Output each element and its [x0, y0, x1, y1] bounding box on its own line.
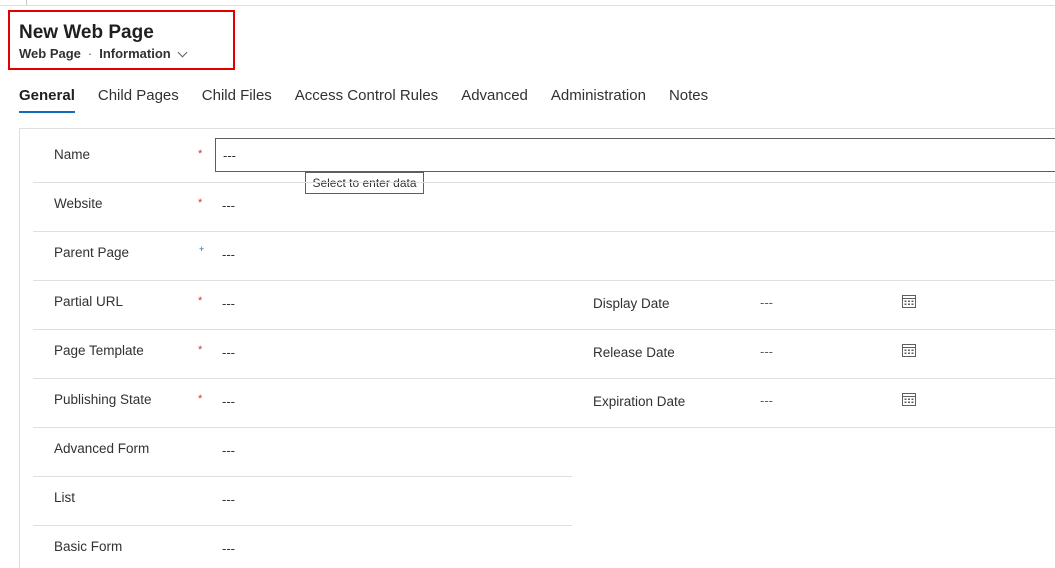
partial-url-label: Partial URL [54, 294, 124, 309]
expiration-date-label: Expiration Date [593, 394, 686, 409]
tooltip: Select to enter data [305, 172, 424, 194]
row-divider [33, 231, 1055, 232]
display-date-label: Display Date [593, 296, 670, 311]
top-command-strip [0, 0, 1055, 6]
general-section [19, 128, 1055, 568]
subtitle-separator: · [87, 46, 93, 61]
required-indicator: * [198, 344, 203, 356]
tab-advanced[interactable]: Advanced [461, 86, 528, 114]
publishing-state-label: Publishing State [54, 392, 152, 407]
row-divider [33, 182, 1055, 183]
recommended-indicator: + [199, 244, 205, 254]
name-input[interactable]: --- [215, 138, 1055, 172]
release-date-field[interactable]: --- [760, 344, 773, 360]
expiration-date-field[interactable]: --- [760, 393, 773, 409]
page-title: New Web Page [19, 22, 154, 43]
advanced-form-field[interactable]: --- [222, 443, 235, 459]
strip-divider [26, 0, 27, 5]
required-indicator: * [198, 295, 203, 307]
row-divider [33, 525, 572, 526]
form-tabs: General Child Pages Child Files Access C… [19, 86, 731, 114]
name-value: --- [223, 148, 236, 163]
display-date-field[interactable]: --- [760, 295, 773, 311]
parent-page-label: Parent Page [54, 245, 130, 260]
required-indicator: * [198, 393, 203, 405]
list-label: List [54, 490, 76, 505]
entity-name: Web Page [19, 46, 81, 61]
header-subtitle: Web Page · Information [19, 46, 188, 62]
page-template-label: Page Template [54, 343, 144, 358]
publishing-state-field[interactable]: --- [222, 394, 235, 410]
tab-access-control-rules[interactable]: Access Control Rules [295, 86, 438, 114]
parent-page-field[interactable]: --- [222, 247, 235, 263]
required-indicator: * [198, 197, 203, 209]
list-field[interactable]: --- [222, 492, 235, 508]
tab-administration[interactable]: Administration [551, 86, 646, 114]
chevron-down-icon [177, 47, 188, 57]
page-template-field[interactable]: --- [222, 345, 235, 361]
calendar-icon[interactable] [901, 293, 917, 309]
tab-child-files[interactable]: Child Files [202, 86, 272, 114]
row-divider [33, 476, 572, 477]
advanced-form-label: Advanced Form [54, 441, 150, 456]
row-divider [33, 280, 1055, 281]
website-field[interactable]: --- [222, 198, 235, 214]
release-date-label: Release Date [593, 345, 675, 360]
required-indicator: * [198, 148, 203, 160]
tab-general[interactable]: General [19, 86, 75, 114]
row-divider [33, 378, 1055, 379]
website-label: Website [54, 196, 103, 211]
row-divider [33, 427, 1055, 428]
tab-notes[interactable]: Notes [669, 86, 708, 114]
form-selector[interactable]: Information [99, 46, 188, 62]
calendar-icon[interactable] [901, 391, 917, 407]
basic-form-label: Basic Form [54, 539, 123, 554]
tab-child-pages[interactable]: Child Pages [98, 86, 179, 114]
form-name: Information [99, 46, 171, 61]
calendar-icon[interactable] [901, 342, 917, 358]
partial-url-field[interactable]: --- [222, 296, 235, 312]
row-divider [33, 329, 1055, 330]
name-label: Name [54, 147, 91, 162]
basic-form-field[interactable]: --- [222, 541, 235, 557]
